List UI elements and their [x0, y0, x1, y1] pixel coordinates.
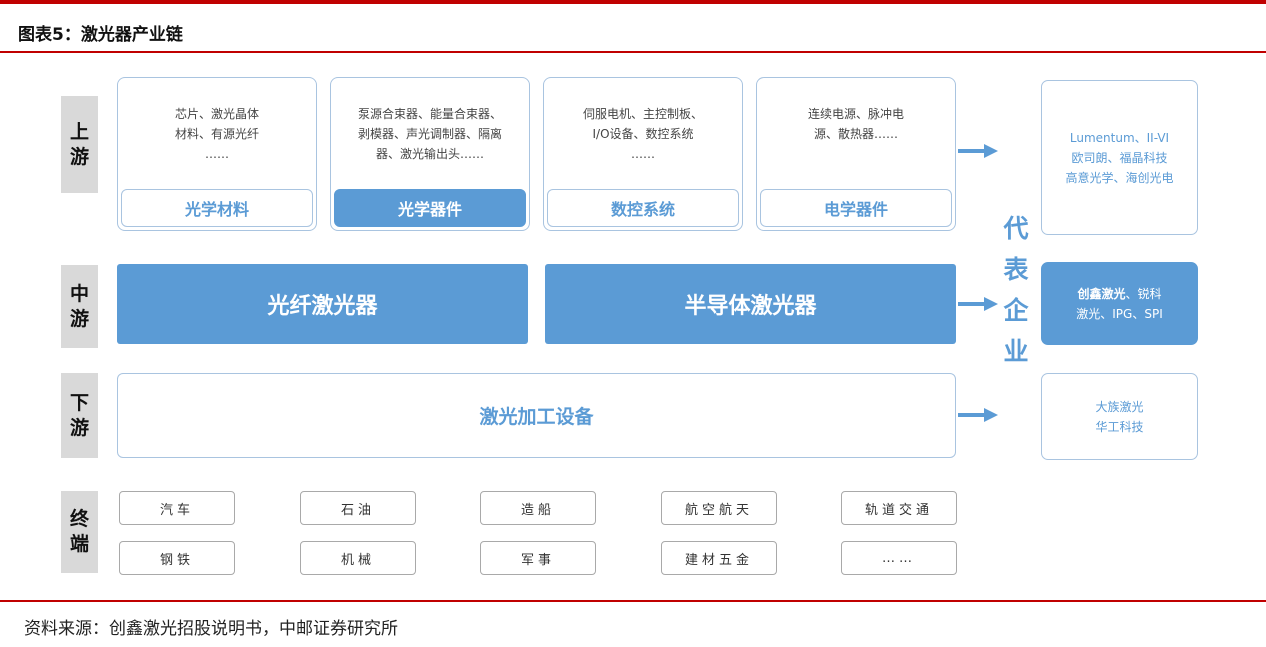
terminal-chip: 汽车	[119, 491, 235, 525]
upstream-card-optical-devices: 泵源合束器、能量合束器、 剥模器、声光调制器、隔离 器、激光输出头…… 光学器件	[330, 77, 530, 231]
terminal-chip: 机械	[300, 541, 416, 575]
card-label: 数控系统	[547, 189, 739, 227]
upstream-card-electrical-devices: 连续电源、脉冲电 源、散热器…… 电学器件	[756, 77, 956, 231]
arrow-right-icon	[958, 297, 998, 311]
card-description: 芯片、激光晶体 材料、有源光纤 ……	[174, 107, 259, 161]
representative-enterprises-label: 代表企业	[1003, 214, 1029, 366]
source-note: 资料来源：创鑫激光招股说明书，中邮证券研究所	[24, 619, 398, 639]
row-label-midstream: 中游	[61, 265, 98, 348]
title-rule	[0, 51, 1266, 53]
arrow-right-icon	[958, 408, 998, 422]
laser-processing-equipment-box: 激光加工设备	[117, 373, 956, 458]
card-label: 电学器件	[760, 189, 952, 227]
card-label: 光学材料	[121, 189, 313, 227]
card-description: 连续电源、脉冲电 源、散热器……	[807, 107, 904, 141]
card-label: 光学器件	[334, 189, 526, 227]
terminal-chip: 军事	[480, 541, 596, 575]
midstream-enterprises-box: 创鑫激光、锐科 激光、IPG、SPI	[1041, 262, 1198, 345]
upstream-card-numerical-control: 伺服电机、主控制板、 I/O设备、数控系统 …… 数控系统	[543, 77, 743, 231]
terminal-chip: 航空航天	[661, 491, 777, 525]
upstream-enterprises-box: Lumentum、II-VI 欧司朗、福晶科技 高意光学、海创光电	[1041, 80, 1198, 235]
fiber-laser-box: 光纤激光器	[117, 264, 528, 344]
semiconductor-laser-box: 半导体激光器	[545, 264, 956, 344]
terminal-chip: 造船	[480, 491, 596, 525]
terminal-chip: 石油	[300, 491, 416, 525]
row-label-upstream: 上游	[61, 96, 98, 193]
terminal-chip: 轨道交通	[841, 491, 957, 525]
row-label-terminal: 终端	[61, 491, 98, 573]
terminal-chip: ……	[841, 541, 957, 575]
card-description: 泵源合束器、能量合束器、 剥模器、声光调制器、隔离 器、激光输出头……	[357, 107, 502, 161]
terminal-chip: 建材五金	[661, 541, 777, 575]
upstream-card-optical-materials: 芯片、激光晶体 材料、有源光纤 …… 光学材料	[117, 77, 317, 231]
row-label-downstream: 下游	[61, 373, 98, 458]
bottom-rule	[0, 600, 1266, 602]
top-rule	[0, 0, 1266, 4]
arrow-right-icon	[958, 144, 998, 158]
downstream-enterprises-box: 大族激光 华工科技	[1041, 373, 1198, 460]
terminal-chip: 钢铁	[119, 541, 235, 575]
card-description: 伺服电机、主控制板、 I/O设备、数控系统 ……	[582, 107, 703, 161]
figure-title: 图表5：激光器产业链	[18, 25, 183, 45]
